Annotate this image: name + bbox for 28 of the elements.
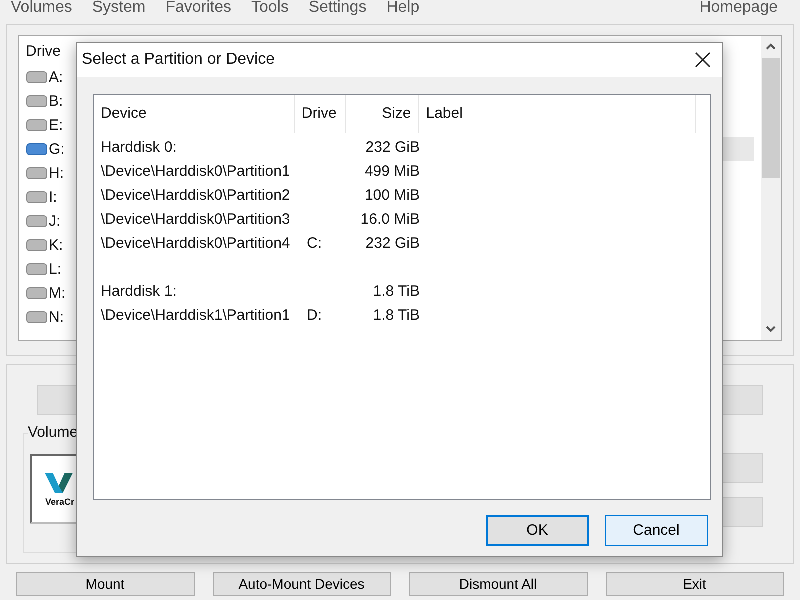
drive-letter: A:: [49, 68, 64, 86]
table-cell-text: \Device\Harddisk1\Partition1: [100, 306, 292, 324]
drive-letter: H:: [49, 164, 64, 182]
dialog-title: Select a Partition or Device: [82, 51, 275, 69]
table-cell: D:: [307, 306, 322, 324]
table-cell-text: 16.0 MiB: [360, 210, 421, 228]
table-cell-text: \Device\Harddisk0\Partition1: [100, 162, 292, 180]
table-cell-text: 100 MiB: [364, 186, 421, 204]
table-cell-text: Harddisk 0:: [100, 138, 178, 156]
drive-letter: I:: [49, 188, 58, 206]
table-cell-text: \Device\Harddisk0\Partition3: [100, 210, 292, 228]
table-cell-text: 1.8 TiB: [372, 306, 421, 324]
table-cell-text: 232 GiB: [364, 234, 421, 252]
drive-letter: G:: [49, 140, 65, 158]
drive-letter: E:: [49, 116, 64, 134]
drive-letter: B:: [49, 92, 64, 110]
table-cell-text: \Device\Harddisk0\Partition4: [100, 234, 292, 252]
drive-letter: K:: [49, 236, 64, 254]
drive-letter: M:: [49, 284, 66, 302]
drive-letter: L:: [49, 260, 62, 278]
table-cell-text: 1.8 TiB: [372, 282, 421, 300]
table-cell: C:: [307, 234, 322, 252]
table-cell-text: \Device\Harddisk0\Partition2: [100, 186, 292, 204]
table-cell-text: 499 MiB: [364, 162, 421, 180]
drive-letter: J:: [49, 212, 61, 230]
drive-letter: N:: [49, 308, 64, 326]
table-cell-text: 232 GiB: [364, 138, 421, 156]
table-cell-text: Harddisk 1:: [100, 282, 178, 300]
